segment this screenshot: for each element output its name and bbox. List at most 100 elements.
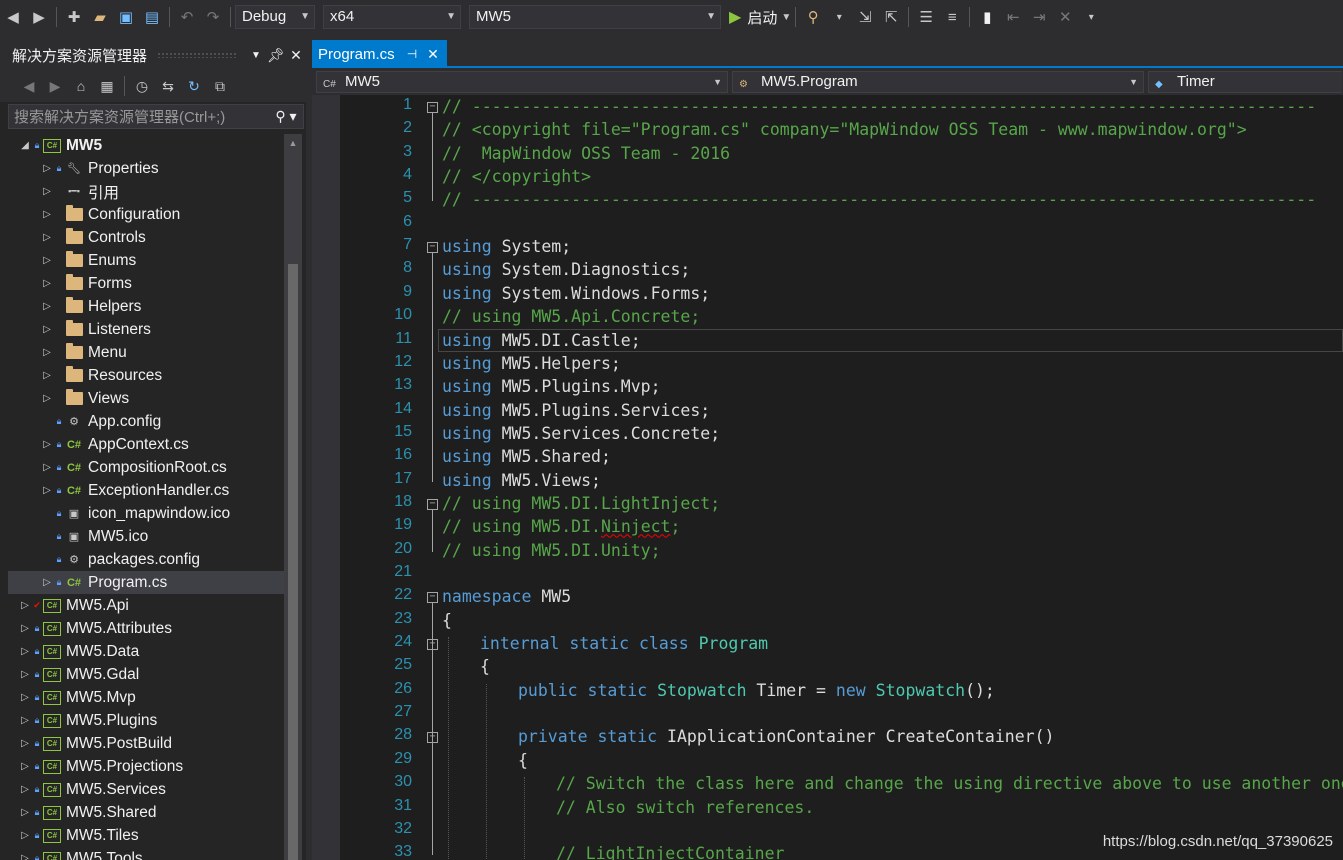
tree-item[interactable]: ▷ 🔒︎ 🔧︎ Properties (8, 157, 284, 180)
code-line[interactable]: using MW5.Helpers; (442, 354, 621, 373)
step-over-icon[interactable]: ⇲ (854, 6, 876, 28)
forward-icon[interactable]: ▶ (44, 75, 66, 97)
tree-item[interactable]: ▷ Controls (8, 226, 284, 249)
collapsed-chevron-icon[interactable]: ▷ (18, 715, 32, 726)
collapse-all-icon[interactable]: ⧉ (209, 75, 231, 97)
bookmark-icon[interactable]: ▮ (976, 6, 998, 28)
code-line[interactable]: // </copyright> (442, 167, 591, 186)
chevron-down-icon[interactable]: ▼ (246, 50, 266, 61)
startup-project-dropdown[interactable]: MW5 ▼ (469, 5, 721, 29)
code-line[interactable]: namespace MW5 (442, 587, 571, 606)
code-line[interactable]: using MW5.Services.Concrete; (442, 424, 720, 443)
step-into-icon[interactable]: ⇱ (880, 6, 902, 28)
tree-item[interactable]: ▷ ✔ C# MW5.Api (8, 594, 284, 617)
tree-item[interactable]: ▷ 🔒︎ C# MW5.Tiles (8, 824, 284, 847)
collapsed-chevron-icon[interactable]: ▷ (40, 439, 54, 450)
config-dropdown[interactable]: Debug ▼ (235, 5, 315, 29)
open-folder-icon[interactable]: ▰ (89, 6, 111, 28)
tree-scrollbar[interactable]: ▲ (284, 134, 302, 860)
tree-item[interactable]: ◢ 🔒︎ C# MW5 (8, 134, 284, 157)
code-line[interactable]: // using MW5.Api.Concrete; (442, 307, 700, 326)
tree-item[interactable]: ▷ Helpers (8, 295, 284, 318)
tree-item[interactable]: ▷ 🔒︎ C# MW5.Gdal (8, 663, 284, 686)
code-line[interactable]: using MW5.DI.Castle; (442, 331, 641, 350)
collapsed-chevron-icon[interactable]: ▷ (18, 623, 32, 634)
code-line[interactable]: private static IApplicationContainer Cre… (518, 727, 1054, 746)
tree-item[interactable]: ▷ 🔒︎ C# MW5.PostBuild (8, 732, 284, 755)
collapsed-chevron-icon[interactable]: ▷ (18, 761, 32, 772)
code-line[interactable]: // MapWindow OSS Team - 2016 (442, 144, 730, 163)
tree-item[interactable]: ▷ 🔒︎ C# Program.cs (8, 571, 284, 594)
collapsed-chevron-icon[interactable]: ▷ (18, 738, 32, 749)
pending-changes-icon[interactable]: ◷ (131, 75, 153, 97)
collapse-region-icon[interactable]: − (427, 732, 438, 744)
code-editor[interactable]: 1−// -----------------------------------… (312, 95, 1343, 860)
tree-item[interactable]: ▷ 🔒︎ C# MW5.Data (8, 640, 284, 663)
code-line[interactable]: { (518, 751, 528, 770)
close-icon[interactable]: ✕ (427, 46, 439, 63)
code-line[interactable]: // -------------------------------------… (442, 97, 1316, 116)
collapsed-chevron-icon[interactable]: ▷ (40, 577, 54, 588)
collapsed-chevron-icon[interactable]: ▷ (18, 784, 32, 795)
tree-item[interactable]: ▷ 🔒︎ C# MW5.Tools (8, 847, 284, 860)
collapsed-chevron-icon[interactable]: ▷ (40, 301, 54, 312)
collapsed-chevron-icon[interactable]: ▷ (40, 485, 54, 496)
switch-views-icon[interactable]: ▦ (96, 75, 118, 97)
tree-item[interactable]: ▷ ▪━▪ 引用 (8, 180, 284, 203)
tree-item[interactable]: ▷ Menu (8, 341, 284, 364)
tree-item[interactable]: ▷ Enums (8, 249, 284, 272)
collapsed-chevron-icon[interactable]: ▷ (18, 646, 32, 657)
code-line[interactable]: // Also switch references. (556, 798, 814, 817)
tree-item[interactable]: ▷ Forms (8, 272, 284, 295)
tree-item[interactable]: ▷ Listeners (8, 318, 284, 341)
code-line[interactable]: // <copyright file="Program.cs" company=… (442, 120, 1247, 139)
tree-item[interactable]: ▷ 🔒︎ C# MW5.Shared (8, 801, 284, 824)
back-icon[interactable]: ◀ (2, 6, 24, 28)
collapsed-chevron-icon[interactable]: ▷ (18, 669, 32, 680)
code-line[interactable]: { (480, 657, 490, 676)
member-nav-dropdown[interactable]: ◆ Timer (1148, 71, 1342, 93)
code-line[interactable]: internal static class Program (480, 634, 768, 653)
tree-item[interactable]: ▷ 🔒︎ C# CompositionRoot.cs (8, 456, 284, 479)
code-line[interactable]: using MW5.Shared; (442, 447, 611, 466)
tree-item[interactable]: ▷ 🔒︎ C# MW5.Services (8, 778, 284, 801)
home-icon[interactable]: ⌂ (70, 75, 92, 97)
code-line[interactable]: using System; (442, 237, 571, 256)
project-nav-dropdown[interactable]: C# MW5 ▼ (316, 71, 728, 93)
collapsed-chevron-icon[interactable]: ▷ (18, 600, 32, 611)
overflow-icon[interactable]: ▾ (828, 6, 850, 28)
collapsed-chevron-icon[interactable]: ▷ (40, 209, 54, 220)
code-line[interactable]: using MW5.Plugins.Services; (442, 401, 710, 420)
platform-dropdown[interactable]: x64 ▼ (323, 5, 461, 29)
overflow-icon[interactable]: ▾ (1080, 6, 1102, 28)
collapse-region-icon[interactable]: − (427, 102, 438, 113)
collapse-region-icon[interactable]: − (427, 592, 438, 604)
solution-search-input[interactable]: 搜索解决方案资源管理器(Ctrl+;) ⚲ ▾ (8, 104, 304, 129)
tree-item[interactable]: 🔒︎ ⚙ packages.config (8, 548, 284, 571)
sync-icon[interactable]: ⇆ (157, 75, 179, 97)
collapse-region-icon[interactable]: − (427, 498, 438, 510)
collapsed-chevron-icon[interactable]: ▷ (40, 163, 54, 174)
code-line[interactable]: using MW5.Views; (442, 471, 601, 490)
pin-icon[interactable]: ⊣ (407, 47, 417, 61)
code-line[interactable]: using System.Diagnostics; (442, 260, 690, 279)
code-line[interactable]: { (442, 611, 452, 630)
collapsed-chevron-icon[interactable]: ▷ (40, 462, 54, 473)
undo-icon[interactable]: ↶ (176, 6, 198, 28)
redo-icon[interactable]: ↷ (202, 6, 224, 28)
collapsed-chevron-icon[interactable]: ▷ (40, 186, 54, 197)
scrollbar-thumb[interactable] (288, 264, 298, 860)
prev-bookmark-icon[interactable]: ⇤ (1002, 6, 1024, 28)
code-line[interactable]: // using MW5.DI.LightInject; (442, 494, 720, 513)
tree-item[interactable]: 🔒︎ ▣ MW5.ico (8, 525, 284, 548)
drag-grip[interactable] (157, 52, 236, 58)
collapsed-chevron-icon[interactable]: ▷ (18, 807, 32, 818)
collapse-region-icon[interactable]: − (427, 242, 438, 254)
tab-program-cs[interactable]: Program.cs ⊣ ✕ (312, 40, 447, 68)
tree-item[interactable]: ▷ 🔒︎ C# MW5.Mvp (8, 686, 284, 709)
clear-bookmarks-icon[interactable]: ✕ (1054, 6, 1076, 28)
code-line[interactable]: // using MW5.DI.Ninject; (442, 517, 680, 536)
collapsed-chevron-icon[interactable]: ▷ (40, 370, 54, 381)
code-line[interactable]: using System.Windows.Forms; (442, 284, 710, 303)
code-line[interactable]: // -------------------------------------… (442, 190, 1316, 209)
